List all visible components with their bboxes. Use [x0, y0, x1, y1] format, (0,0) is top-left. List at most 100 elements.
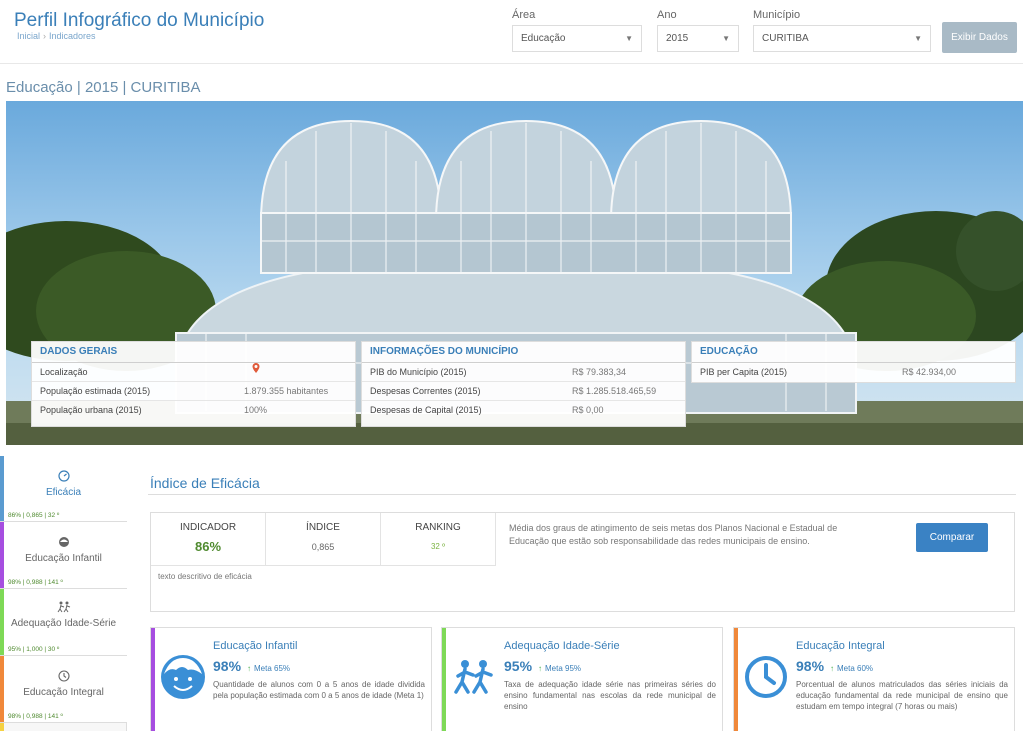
header: Perfil Infográfico do Município Inicial ›…: [0, 0, 1023, 64]
informacoes-municipio-card: INFORMAÇÕES DO MUNICÍPIO PIB do Municípi…: [361, 341, 686, 427]
card-accent-bar: [734, 628, 738, 731]
card-title: Educação Infantil: [213, 640, 298, 652]
card-adequacao[interactable]: Adequação Idade-Série 95% ↑ Meta 95% Taxa…: [441, 627, 723, 731]
sidebar-accent-bar: [0, 589, 4, 655]
info-row-value: R$ 0,00: [572, 405, 604, 415]
caret-down-icon: ▼: [722, 34, 730, 43]
sidebar-accent-bar: [0, 456, 4, 521]
card-meta-label: Meta 65%: [254, 664, 291, 673]
sidebar-item-stat: 95% | 1,000 | 30 º: [8, 646, 60, 653]
comparar-button[interactable]: Comparar: [916, 523, 988, 552]
info-row: PIB per Capita (2015) R$ 42.934,00: [692, 363, 1015, 382]
info-row-label: População estimada (2015): [40, 386, 151, 396]
educacao-title: EDUCAÇÃO: [692, 342, 1015, 363]
breadcrumb-indicadores[interactable]: Indicadores: [49, 31, 96, 41]
educacao-card: EDUCAÇÃO PIB per Capita (2015) R$ 42.934…: [691, 341, 1016, 383]
indice-label: ÍNDICE: [306, 522, 340, 533]
info-row: População urbana (2015) 100%: [32, 401, 355, 420]
sidebar-item-label: Adequação Idade-Série: [10, 618, 117, 629]
card-accent-bar: [442, 628, 446, 731]
running-kids-icon: [451, 654, 497, 703]
dados-gerais-card: DADOS GERAIS Localização População estim…: [31, 341, 356, 427]
card-meta: ↑ Meta 95%: [538, 664, 581, 673]
sidebar-item-adequacao[interactable]: Adequação Idade-Série 95% | 1,000 | 30 º: [0, 589, 127, 656]
indice-value: 0,865: [311, 542, 335, 552]
ano-select[interactable]: 2015 ▼: [657, 25, 739, 52]
sidebar-item-eficacia[interactable]: Eficácia 86% | 0,865 | 32 º: [0, 456, 127, 522]
info-row: PIB do Município (2015) R$ 79.383,34: [362, 363, 685, 382]
ranking-value: 32 º: [430, 542, 446, 551]
indice-column: ÍNDICE 0,865: [266, 513, 381, 565]
card-accent-bar: [151, 628, 155, 731]
arrow-up-icon: ↑: [830, 664, 834, 673]
indicator-sidebar: Eficácia 86% | 0,865 | 32 º Educação Inf…: [0, 456, 127, 731]
sidebar-item-educacao-integral[interactable]: Educação Integral 98% | 0,988 | 141 º: [0, 656, 127, 723]
page-subtitle: Educação | 2015 | CURITIBA: [6, 79, 201, 96]
eficacia-summary: INDICADOR 86% ÍNDICE 0,865 RANKING 32 º …: [150, 512, 1015, 612]
card-description: Taxa de adequação idade série nas primei…: [504, 680, 716, 711]
sidebar-item-stat: 98% | 0,988 | 141 º: [8, 713, 63, 720]
info-row-label: Despesas de Capital (2015): [370, 405, 482, 415]
app-title: Perfil Infográfico do Município: [14, 10, 265, 31]
clock-icon: [0, 670, 127, 685]
card-description: Quantidade de alunos com 0 a 5 anos de i…: [213, 680, 425, 700]
card-meta-label: Meta 60%: [837, 664, 874, 673]
card-meta-label: Meta 95%: [545, 664, 582, 673]
arrow-up-icon: ↑: [538, 664, 542, 673]
card-description: Porcentual de alunos matriculados das sé…: [796, 680, 1008, 711]
info-row-label: População urbana (2015): [40, 405, 142, 415]
municipio-label: Município: [753, 9, 801, 21]
sidebar-item-label: Educação Infantil: [25, 553, 102, 564]
eficacia-extra-text: texto descritivo de eficácia: [158, 572, 252, 581]
sidebar-item-stat: 86% | 0,865 | 32 º: [8, 512, 60, 519]
sidebar-item-label: Eficácia: [45, 487, 81, 498]
info-row: População estimada (2015) 1.879.355 habi…: [32, 382, 355, 401]
info-row: Despesas de Capital (2015) R$ 0,00: [362, 401, 685, 420]
indicador-column: INDICADOR 86%: [151, 513, 266, 565]
ano-select-value: 2015: [666, 33, 689, 44]
sidebar-item-educacao-infantil[interactable]: Educação Infantil 98% | 0,988 | 141 º: [0, 522, 127, 589]
indicador-label: INDICADOR: [179, 522, 237, 533]
area-label: Área: [512, 9, 536, 21]
sidebar-item-label: Educação Integral: [23, 687, 104, 698]
breadcrumb-inicial[interactable]: Inicial: [17, 31, 40, 41]
info-row-value: 1.879.355 habitantes: [244, 386, 329, 396]
arrow-up-icon: ↑: [247, 664, 251, 673]
municipio-select-value: CURITIBA: [762, 33, 809, 44]
running-kids-icon: [0, 601, 127, 616]
card-educacao-integral[interactable]: Educação Integral 98% ↑ Meta 60% Porcentu…: [733, 627, 1015, 731]
breadcrumb: Inicial › Indicadores: [17, 31, 96, 41]
child-face-icon: [0, 536, 127, 551]
info-row-value: R$ 1.285.518.465,59: [572, 386, 657, 396]
child-face-icon: [160, 654, 206, 703]
card-title: Adequação Idade-Série: [504, 640, 620, 652]
info-row-label: Despesas Correntes (2015): [370, 386, 481, 396]
caret-down-icon: ▼: [625, 34, 633, 43]
area-select[interactable]: Educação ▼: [512, 25, 642, 52]
info-row: Despesas Correntes (2015) R$ 1.285.518.4…: [362, 382, 685, 401]
card-percentage: 98%: [796, 658, 825, 674]
area-select-value: Educação: [521, 33, 566, 44]
info-row-value: R$ 42.934,00: [902, 367, 957, 377]
clock-icon: [743, 654, 789, 703]
info-row: Localização: [32, 363, 355, 382]
card-percentage: 95%: [504, 658, 533, 674]
ranking-column: RANKING 32 º: [381, 513, 496, 565]
sidebar-item-stat: 98% | 0,988 | 141 º: [8, 579, 63, 586]
card-meta: ↑ Meta 65%: [247, 664, 290, 673]
ano-label: Ano: [657, 9, 677, 21]
exibir-dados-button[interactable]: Exibir Dados: [942, 22, 1017, 53]
info-row-value: R$ 79.383,34: [572, 367, 627, 377]
informacoes-title: INFORMAÇÕES DO MUNICÍPIO: [362, 342, 685, 363]
summary-divider: [151, 565, 496, 566]
section-divider: [148, 494, 1016, 495]
dados-gerais-title: DADOS GERAIS: [32, 342, 355, 363]
card-title: Educação Integral: [796, 640, 885, 652]
card-educacao-infantil[interactable]: Educação Infantil 98% ↑ Meta 65% Quantida…: [150, 627, 432, 731]
chevron-right-icon: ›: [43, 31, 47, 41]
municipio-select[interactable]: CURITIBA ▼: [753, 25, 931, 52]
indicador-value: 86%: [194, 539, 222, 554]
card-meta: ↑ Meta 60%: [830, 664, 873, 673]
info-row-label: PIB do Município (2015): [370, 367, 467, 377]
section-title: Índice de Eficácia: [150, 475, 260, 491]
